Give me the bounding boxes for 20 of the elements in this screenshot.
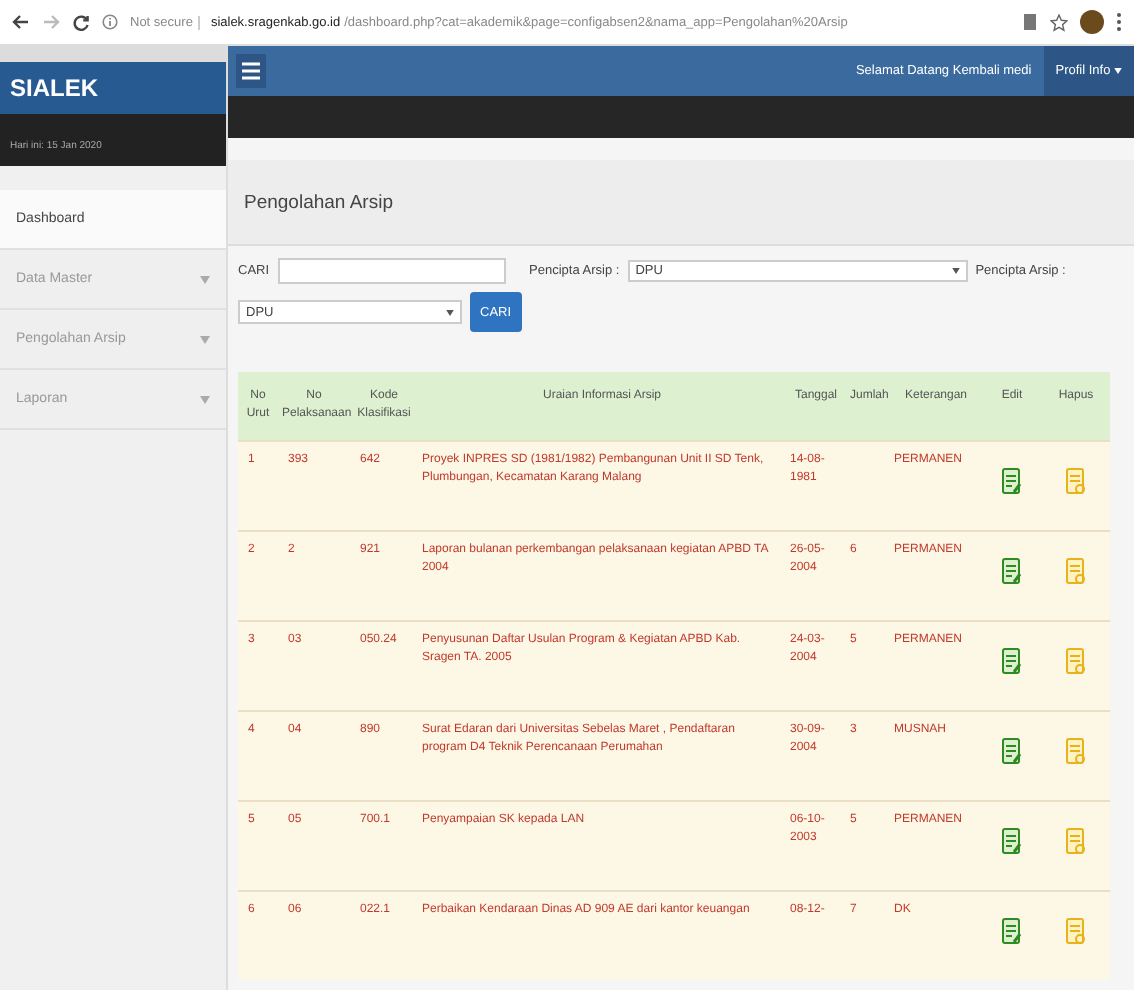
edit-icon[interactable]	[1002, 648, 1022, 676]
back-icon[interactable]	[12, 14, 30, 30]
info-icon	[102, 14, 118, 30]
edit-icon[interactable]	[1002, 918, 1022, 946]
caret-icon	[446, 309, 454, 315]
extension-icon[interactable]	[1022, 12, 1038, 32]
reload-icon[interactable]	[72, 13, 90, 31]
caret-icon	[951, 268, 960, 274]
edit-icon[interactable]	[1002, 738, 1022, 766]
edit-icon[interactable]	[1002, 558, 1022, 586]
edit-icon[interactable]	[1002, 828, 1022, 856]
avatar-icon[interactable]	[1080, 10, 1104, 34]
menu-icon[interactable]	[1116, 12, 1122, 32]
search-field[interactable]	[277, 258, 506, 284]
brand-title: SIALEK	[0, 62, 226, 114]
menu-icon[interactable]	[236, 54, 266, 88]
page-title: Pengolahan Arsip	[244, 191, 393, 213]
edit-icon[interactable]	[1002, 468, 1022, 496]
bookmark-star-icon[interactable]	[1050, 13, 1068, 31]
caret-icon	[1114, 68, 1122, 74]
